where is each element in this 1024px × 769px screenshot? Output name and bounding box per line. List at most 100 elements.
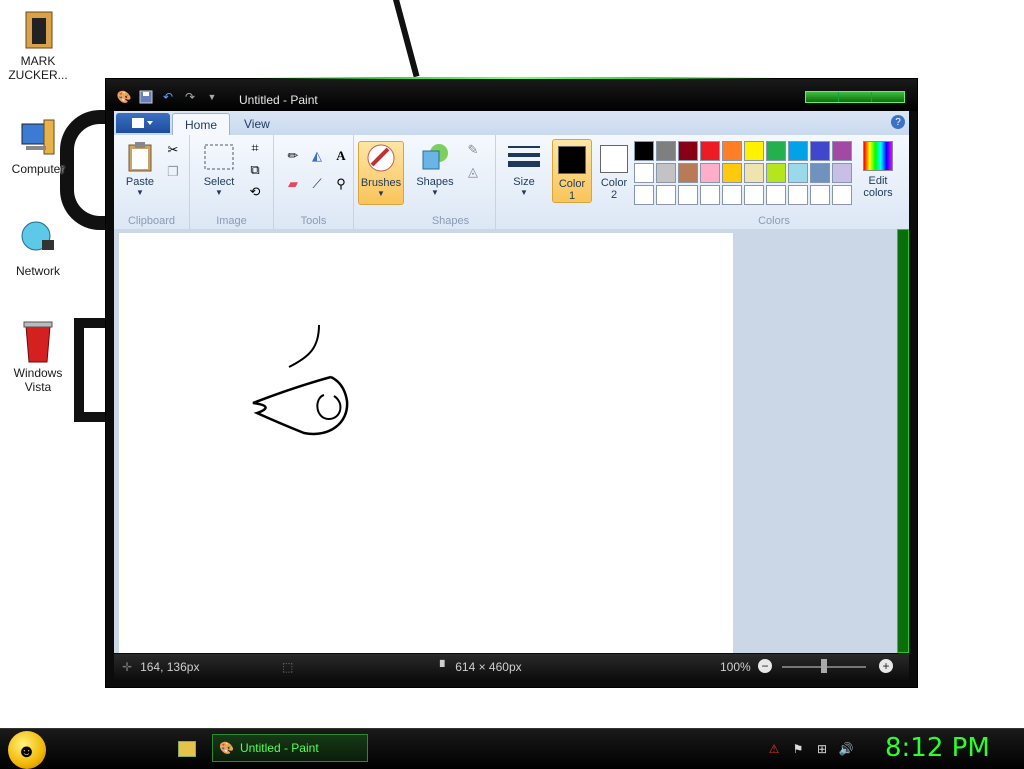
palette-swatch[interactable] <box>700 141 720 161</box>
palette-swatch[interactable] <box>788 163 808 183</box>
taskbar-paint-label: Untitled - Paint <box>239 741 319 755</box>
zoom-level: 100% <box>720 660 751 674</box>
volume-icon[interactable]: 🔊 <box>838 741 854 757</box>
color2-label: Color 2 <box>600 177 628 201</box>
undo-icon[interactable]: ↶ <box>160 90 176 104</box>
fill-icon[interactable]: ◬ <box>464 163 482 181</box>
palette-swatch[interactable] <box>766 141 786 161</box>
network-globe-icon <box>18 218 58 262</box>
brushes-button[interactable]: Brushes ▼ <box>358 141 404 205</box>
copy-icon[interactable]: ❐ <box>164 163 182 181</box>
paint-menu-button[interactable] <box>116 113 170 133</box>
palette-swatch[interactable] <box>810 141 830 161</box>
palette-swatch[interactable] <box>678 185 698 205</box>
desktop-icon-label: Computer <box>11 162 65 176</box>
palette-swatch[interactable] <box>634 163 654 183</box>
palette-swatch[interactable] <box>700 185 720 205</box>
window-controls[interactable] <box>805 91 905 103</box>
paste-button[interactable]: Paste ▼ <box>120 141 160 197</box>
palette-swatch[interactable] <box>722 185 742 205</box>
select-button[interactable]: Select ▼ <box>196 141 242 197</box>
palette-swatch[interactable] <box>656 185 676 205</box>
shapes-button[interactable]: Shapes ▼ <box>412 141 458 197</box>
palette-swatch[interactable] <box>766 185 786 205</box>
palette-swatch[interactable] <box>656 163 676 183</box>
palette-swatch[interactable] <box>788 141 808 161</box>
color2-swatch <box>600 145 628 173</box>
eraser-icon[interactable]: ▰ <box>284 175 302 193</box>
group-label: Shapes <box>431 215 470 227</box>
start-button[interactable]: ☻ <box>8 731 46 769</box>
tab-view[interactable]: View <box>232 113 282 135</box>
palette-swatch[interactable] <box>832 141 852 161</box>
paint-app-icon: 🎨 <box>219 741 234 755</box>
shapes-group: Shapes ▼ ✎ ◬ Shapes <box>406 135 496 229</box>
rotate-icon[interactable]: ⟲ <box>246 183 264 201</box>
flag-icon[interactable]: ⚑ <box>790 741 806 757</box>
desktop-icon-computer[interactable]: Computer <box>0 116 76 176</box>
cut-icon[interactable]: ✂ <box>164 141 182 159</box>
select-label: Select <box>203 176 235 188</box>
palette-swatch[interactable] <box>678 163 698 183</box>
size-button[interactable]: Size ▼ <box>502 141 546 197</box>
wallpaper-line <box>393 0 420 78</box>
palette-swatch[interactable] <box>744 185 764 205</box>
paint-window[interactable]: 🎨 ↶ ↷ ▼ Untitled - Paint Home View ? Pas… <box>105 77 918 688</box>
color-picker-icon[interactable]: ⟋ <box>308 175 326 193</box>
palette-swatch[interactable] <box>744 141 764 161</box>
help-icon[interactable]: ? <box>891 115 905 129</box>
palette-swatch[interactable] <box>722 141 742 161</box>
crop-icon[interactable]: ⌗ <box>246 139 264 157</box>
vertical-scrollbar[interactable] <box>897 229 909 653</box>
minimize-button[interactable] <box>806 92 839 102</box>
palette-swatch[interactable] <box>656 141 676 161</box>
close-button[interactable] <box>872 92 904 102</box>
title-bar[interactable]: 🎨 ↶ ↷ ▼ Untitled - Paint <box>106 79 917 111</box>
maximize-button[interactable] <box>839 92 872 102</box>
outline-icon[interactable]: ✎ <box>464 141 482 159</box>
palette-swatch[interactable] <box>810 185 830 205</box>
palette-swatch[interactable] <box>678 141 698 161</box>
drawing-canvas[interactable] <box>119 233 733 653</box>
text-tool-icon[interactable]: A <box>332 147 350 165</box>
desktop-icon-network[interactable]: Network <box>0 218 76 278</box>
chevron-down-icon: ▼ <box>431 188 439 197</box>
palette-swatch[interactable] <box>700 163 720 183</box>
palette-swatch[interactable] <box>634 141 654 161</box>
quick-launch-folder-icon[interactable] <box>178 741 196 757</box>
tab-home[interactable]: Home <box>172 113 231 135</box>
zoom-out-button[interactable]: − <box>758 659 772 673</box>
color1-button[interactable]: Color 1 <box>552 139 592 203</box>
resize-icon[interactable]: ⧉ <box>246 161 264 179</box>
palette-swatch[interactable] <box>810 163 830 183</box>
palette-swatch[interactable] <box>722 163 742 183</box>
fill-bucket-icon[interactable]: ◭ <box>308 147 326 165</box>
magnifier-icon[interactable]: ⚲ <box>332 175 350 193</box>
adobe-icon[interactable]: ⚠ <box>766 741 782 757</box>
palette-swatch[interactable] <box>832 185 852 205</box>
taskbar-paint-button[interactable]: 🎨 Untitled - Paint <box>212 734 368 762</box>
clock[interactable]: 8:12 PM <box>885 733 990 763</box>
brushes-label: Brushes <box>360 177 402 189</box>
rainbow-icon <box>863 141 893 171</box>
customize-qa-icon[interactable]: ▼ <box>204 90 220 104</box>
redo-icon[interactable]: ↷ <box>182 90 198 104</box>
palette-swatch[interactable] <box>832 163 852 183</box>
paint-app-icon[interactable]: 🎨 <box>116 90 132 104</box>
group-label: Clipboard <box>127 215 176 227</box>
desktop-icon-user[interactable]: MARK ZUCKER... <box>0 8 76 82</box>
zoom-slider-thumb[interactable] <box>821 659 827 673</box>
network-tray-icon[interactable]: ⊞ <box>814 741 830 757</box>
palette-swatch[interactable] <box>744 163 764 183</box>
pencil-icon[interactable]: ✏ <box>284 147 302 165</box>
edit-colors-button[interactable]: Edit colors <box>858 141 898 199</box>
zoom-in-button[interactable]: + <box>879 659 893 673</box>
chevron-down-icon: ▼ <box>377 189 385 198</box>
desktop-icon-recycle[interactable]: Windows Vista <box>0 320 76 394</box>
palette-swatch[interactable] <box>634 185 654 205</box>
color2-button[interactable]: Color 2 <box>594 139 634 203</box>
canvas-workspace <box>114 229 897 653</box>
palette-swatch[interactable] <box>788 185 808 205</box>
save-icon[interactable] <box>138 90 154 104</box>
palette-swatch[interactable] <box>766 163 786 183</box>
